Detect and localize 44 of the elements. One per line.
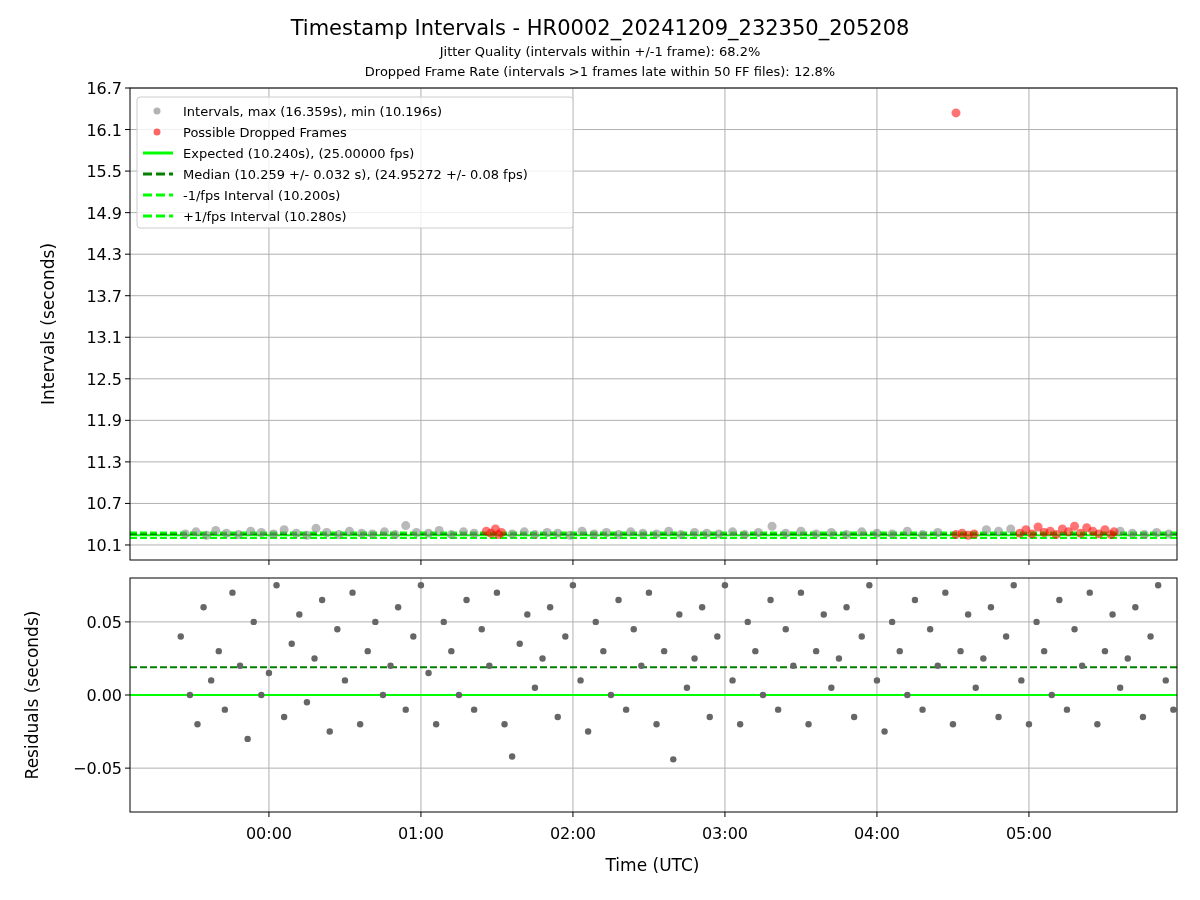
point [1051,530,1061,540]
y-tick-label: 12.5 [86,369,122,389]
chart-subtitle: Jitter Quality (intervals within +/-1 frame): 68.2% [439,43,761,61]
legend-label: Median (10.259 +/- 0.032 s), (24.95272 +/- 0.08 fps) [183,167,528,182]
y-tick-label: 15.5 [86,162,122,182]
y-tick-label: 0.00 [86,686,122,705]
y-tick-label: 11.9 [86,411,122,431]
y-tick-label: 16.7 [86,82,122,98]
point [1027,529,1037,539]
point [951,108,961,118]
point [497,528,506,538]
y-tick-label: 10.1 [86,536,122,555]
legend-label: Expected (10.240s), (25.00000 fps) [183,146,415,161]
y-tick-label: 13.7 [86,286,122,306]
point [1063,527,1073,537]
y-tick-label: 11.3 [86,452,122,472]
chart-title: Timestamp Intervals - HR0002_20241209_232350_205208 [290,15,910,42]
point [1082,523,1092,533]
y-axis-label: Residuals (seconds) [22,610,42,780]
point [1100,525,1110,535]
legend-label: Possible Dropped Frames [183,125,347,140]
y-tick-label: −0.05 [72,759,122,779]
y-tick-label: 14.9 [86,203,122,223]
point [969,529,979,539]
x-tick-label: 04:00 [853,824,900,843]
x-tick-label: 00:00 [245,824,292,843]
x-tick-label: 03:00 [701,824,748,843]
chart-subtitle: Dropped Frame Rate (intervals >1 frames late within 50 FF files): 12.8% [364,63,836,81]
x-tick-label: 01:00 [397,824,444,843]
legend-label: -1/fps Interval (10.200s) [183,188,341,203]
point [1076,528,1086,538]
legend-label: +1/fps Interval (10.280s) [183,209,347,224]
x-tick-label: 05:00 [1005,824,1052,843]
y-tick-label: 0.05 [86,612,122,632]
point [1033,522,1043,532]
y-tick-label: 16.1 [86,120,122,140]
y-tick-label: 10.7 [86,494,122,514]
y-axis-label: Intervals (seconds) [38,242,58,406]
legend-label: Intervals, max (16.359s), min (10.196s) [183,104,442,119]
y-tick-label: 14.3 [86,245,122,265]
y-tick-label: 13.1 [86,328,122,348]
x-tick-label: 02:00 [549,824,596,843]
point [1070,521,1080,531]
x-axis-label: Time (UTC) [605,855,700,875]
